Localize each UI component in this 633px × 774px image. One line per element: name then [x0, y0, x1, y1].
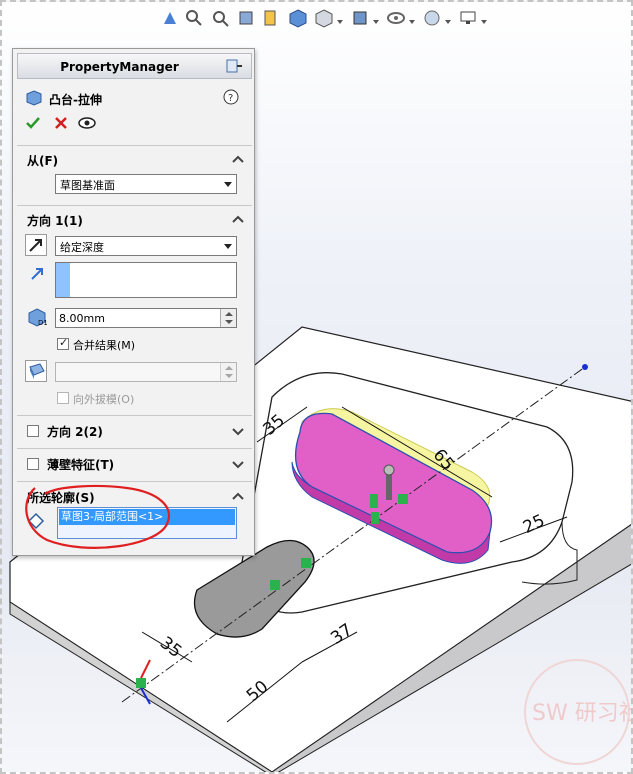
draft-outward-checkbox — [57, 392, 69, 404]
origin-marker — [136, 678, 146, 688]
draft-toggle-button[interactable] — [25, 360, 47, 382]
depth-input[interactable]: 8.00mm — [55, 308, 237, 328]
apply-scene-icon[interactable] — [422, 8, 442, 28]
help-icon[interactable]: ? — [223, 89, 239, 105]
section-thin-feature-title[interactable]: 薄壁特征(T) — [47, 456, 114, 473]
depth-dimension-icon: D1 — [28, 308, 47, 327]
chevron-down-icon[interactable] — [232, 426, 244, 436]
section-direction2-title[interactable]: 方向 2(2) — [47, 423, 103, 440]
section-from-title[interactable]: 从(F) — [27, 152, 58, 169]
zoom-to-area-icon[interactable] — [184, 8, 204, 28]
coincident-marker — [270, 580, 280, 590]
pin-icon[interactable] — [225, 58, 243, 74]
svg-text:D1: D1 — [38, 319, 47, 327]
coincident-marker — [398, 494, 408, 504]
previous-view-icon[interactable] — [210, 8, 230, 28]
coincident-marker — [371, 512, 379, 524]
cancel-x-icon[interactable] — [53, 115, 69, 131]
chevron-down-icon[interactable] — [445, 20, 451, 25]
coincident-marker — [301, 558, 311, 568]
feature-title: 凸台-拉伸 — [49, 93, 102, 107]
merge-result-checkbox[interactable] — [57, 336, 69, 350]
chevron-up-icon[interactable] — [232, 214, 244, 224]
coincident-marker — [370, 494, 378, 508]
reverse-direction-button[interactable] — [25, 234, 47, 256]
dynamic-annotation-icon[interactable] — [262, 8, 282, 28]
section-thin-feature: 薄壁特征(T) — [17, 448, 252, 480]
display-style-icon[interactable] — [314, 8, 334, 28]
from-select[interactable]: 草图基准面 — [55, 174, 237, 194]
centerline-endpoint — [582, 364, 588, 370]
direction-reference-box[interactable] — [55, 262, 237, 298]
chevron-down-icon[interactable] — [481, 20, 487, 25]
chevron-down-icon[interactable] — [337, 20, 343, 25]
section-direction2: 方向 2(2) — [17, 415, 252, 447]
chevron-down-icon — [224, 244, 232, 249]
draft-icon — [29, 363, 45, 379]
draft-outward-label: 向外拔模(O) — [73, 393, 135, 406]
chevron-down-icon[interactable] — [232, 459, 244, 469]
section-view-icon[interactable] — [236, 8, 256, 28]
chevron-down-icon — [224, 182, 232, 187]
end-condition-value: 给定深度 — [60, 241, 104, 254]
depth-spinner[interactable] — [220, 309, 236, 327]
draft-angle-input — [55, 362, 237, 382]
preview-eye-icon[interactable] — [77, 115, 97, 131]
selection-focus-bar — [56, 263, 70, 297]
property-manager-header: PropertyManager — [17, 53, 252, 79]
svg-text:?: ? — [228, 93, 233, 104]
drag-arrow-handle[interactable] — [386, 472, 392, 500]
ok-check-icon[interactable] — [25, 115, 41, 131]
thin-feature-checkbox[interactable] — [27, 458, 39, 470]
merge-result-label: 合并结果(M) — [73, 339, 136, 352]
highlight-annotation — [25, 484, 170, 549]
chevron-up-icon[interactable] — [232, 154, 244, 164]
drag-arrow-handle-tip[interactable] — [383, 464, 395, 476]
direction2-checkbox[interactable] — [27, 425, 39, 437]
heads-up-view-toolbar — [152, 8, 622, 32]
view-orientation-icon[interactable] — [288, 8, 308, 28]
chevron-up-icon[interactable] — [232, 491, 244, 501]
chevron-down-icon[interactable] — [409, 20, 415, 25]
property-manager-title: PropertyManager — [60, 60, 179, 74]
depth-input-value: 8.00mm — [59, 312, 105, 325]
hide-show-items-icon[interactable] — [350, 8, 370, 28]
end-condition-select[interactable]: 给定深度 — [55, 236, 237, 256]
direction-vector-icon — [31, 268, 43, 280]
section-direction1-title[interactable]: 方向 1(1) — [27, 212, 83, 229]
edit-appearance-icon[interactable] — [386, 8, 406, 28]
view-settings-icon[interactable] — [458, 8, 478, 28]
watermark-text: SW 研习社 — [532, 701, 633, 726]
zoom-to-fit-icon[interactable] — [160, 8, 180, 28]
section-from: 从(F) 草图基准面 — [17, 145, 252, 203]
section-direction1: 方向 1(1) 给定深度 D1 8.00mm 合并结果(M) — [17, 205, 252, 413]
draft-angle-spinner — [220, 363, 236, 381]
reverse-direction-icon — [29, 239, 42, 252]
from-select-value: 草图基准面 — [60, 179, 115, 192]
solidworks-window: 35 65 25 35 37 50 SW 研习社 PropertyManager… — [0, 0, 633, 774]
chevron-down-icon[interactable] — [373, 20, 379, 25]
extrude-boss-icon — [26, 90, 42, 106]
